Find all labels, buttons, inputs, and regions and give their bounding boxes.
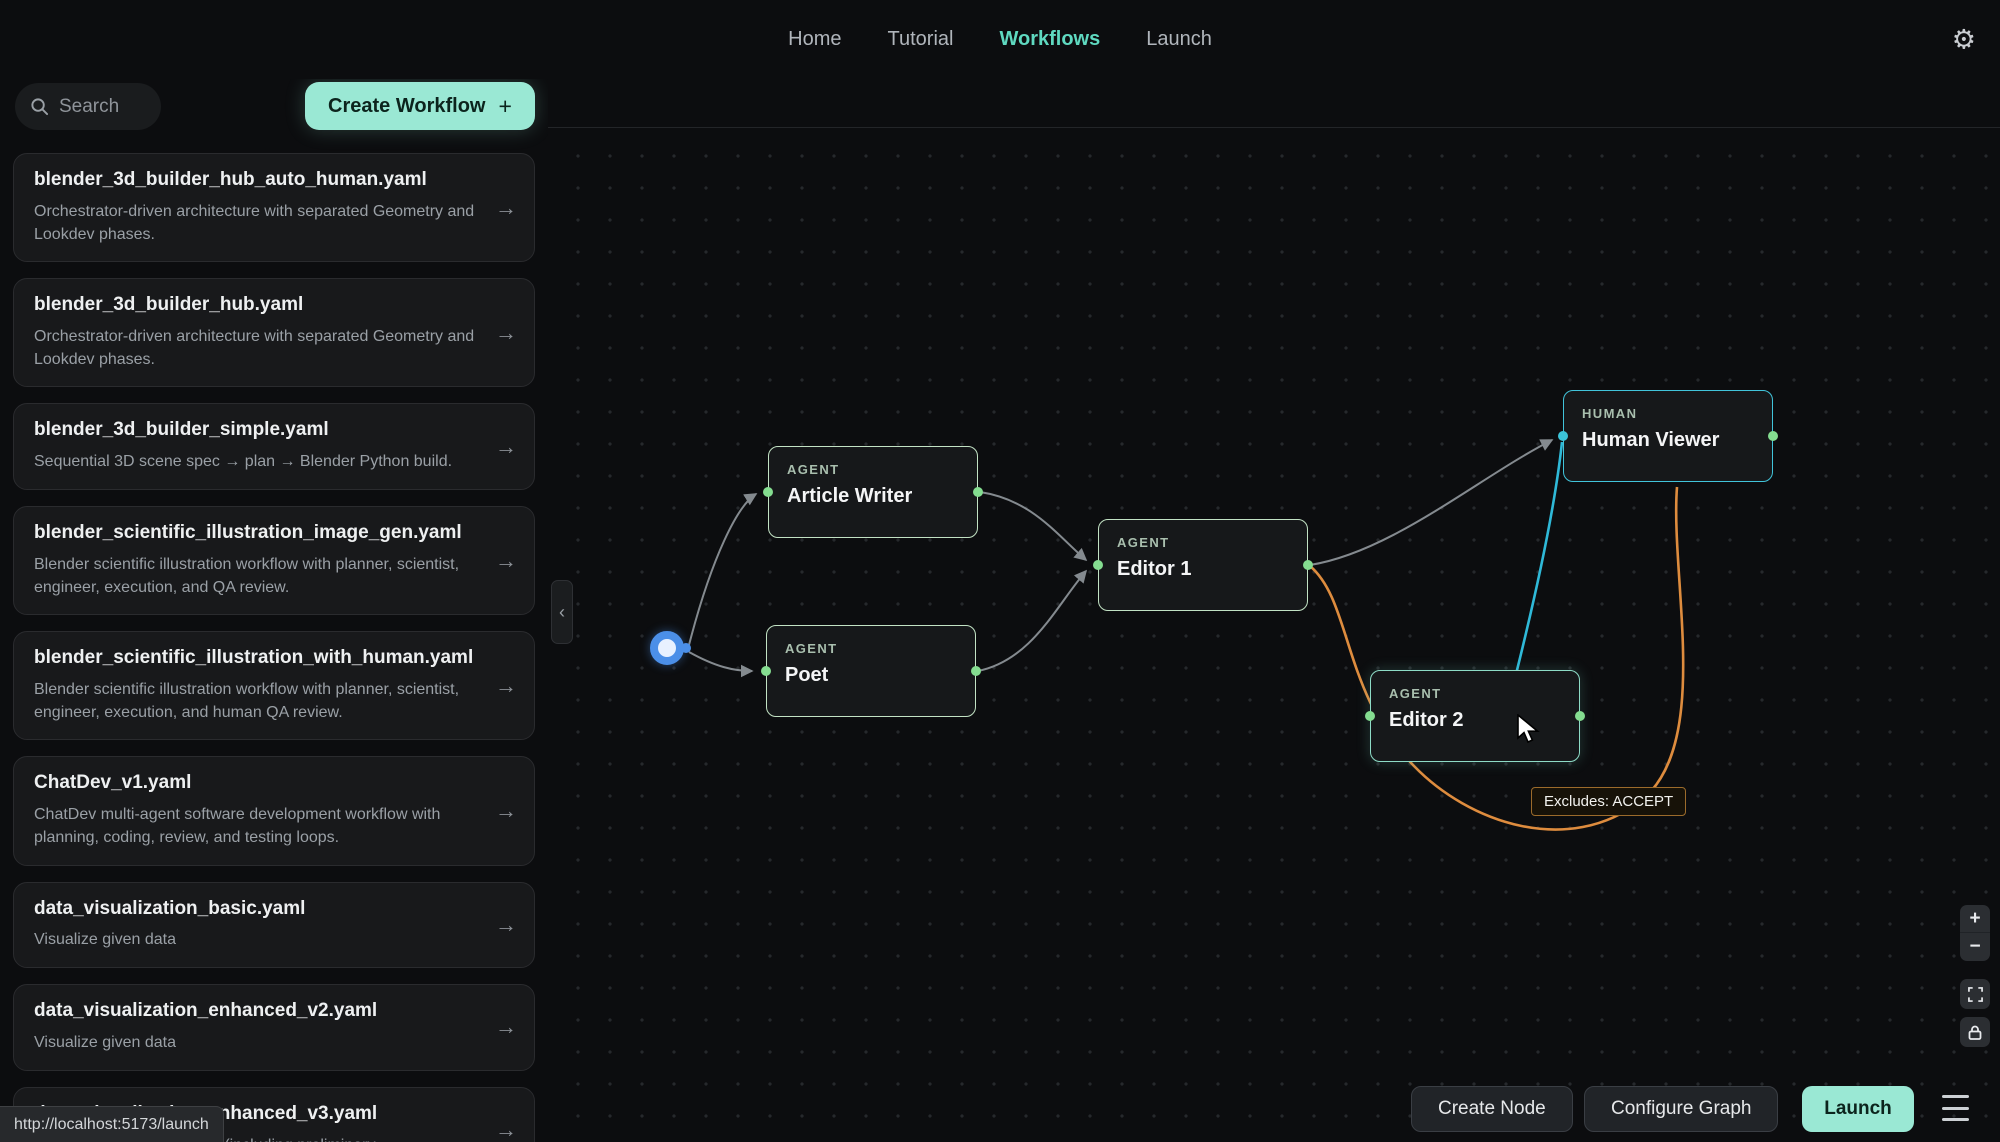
start-node-handle[interactable] xyxy=(681,643,691,653)
workflow-description: Visualize given data xyxy=(34,929,486,952)
start-node[interactable] xyxy=(650,631,684,665)
node-name-label: Editor 2 xyxy=(1389,709,1561,732)
workflow-card[interactable]: blender_3d_builder_simple.yaml Sequentia… xyxy=(13,403,535,490)
menu-hamburger-icon[interactable] xyxy=(1942,1095,1972,1121)
create-workflow-button[interactable]: Create Workflow + xyxy=(305,82,535,130)
settings-gear-icon[interactable]: ⚙ xyxy=(1952,26,1976,53)
node-type-label: AGENT xyxy=(1117,535,1289,550)
workflow-description: Blender scientific illustration workflow… xyxy=(34,679,486,724)
workflow-description: Orchestrator-driven architecture with se… xyxy=(34,326,486,371)
search-input[interactable] xyxy=(59,96,151,118)
workflow-name: blender_3d_builder_simple.yaml xyxy=(34,419,486,442)
create-workflow-label: Create Workflow xyxy=(328,95,485,118)
output-handle[interactable] xyxy=(1303,560,1313,570)
workflow-name: blender_3d_builder_hub_auto_human.yaml xyxy=(34,169,486,192)
app-root: Home Tutorial Workflows Launch ⚙ AGENT A… xyxy=(0,0,2000,1142)
nav-launch[interactable]: Launch xyxy=(1146,28,1212,51)
workflow-description: ChatDev multi-agent software development… xyxy=(34,804,486,849)
node-type-label: AGENT xyxy=(785,641,957,656)
node-name-label: Human Viewer xyxy=(1582,429,1754,452)
input-handle[interactable] xyxy=(1558,431,1568,441)
input-handle[interactable] xyxy=(1093,560,1103,570)
launch-button[interactable]: Launch xyxy=(1802,1086,1914,1132)
node-name-label: Editor 1 xyxy=(1117,558,1289,581)
zoom-in-button[interactable]: + xyxy=(1960,905,1990,933)
create-node-button[interactable]: Create Node xyxy=(1411,1086,1573,1132)
workflow-card[interactable]: ChatDev_v1.yaml ChatDev multi-agent soft… xyxy=(13,756,535,865)
nav-workflows[interactable]: Workflows xyxy=(999,28,1100,51)
node-human-viewer[interactable]: HUMAN Human Viewer xyxy=(1563,390,1773,482)
workflow-name: data_visualization_basic.yaml xyxy=(34,898,486,921)
sidebar-collapse-button[interactable]: ‹ xyxy=(551,580,573,644)
main-nav: Home Tutorial Workflows Launch xyxy=(788,0,1212,79)
node-type-label: AGENT xyxy=(1389,686,1561,701)
workflow-name: blender_scientific_illustration_image_ge… xyxy=(34,522,486,545)
lock-icon xyxy=(1968,1025,1982,1040)
workflow-card[interactable]: data_visualization_enhanced_v2.yaml Visu… xyxy=(13,984,535,1071)
arrow-right-icon: → xyxy=(495,548,517,574)
workflow-name: data_visualization_enhanced_v2.yaml xyxy=(34,1000,486,1023)
fit-view-button[interactable] xyxy=(1960,979,1990,1009)
arrow-right-icon: → xyxy=(495,1117,517,1142)
search-icon xyxy=(30,97,49,116)
workflow-list: blender_3d_builder_hub_auto_human.yaml O… xyxy=(0,153,548,1142)
workflow-card[interactable]: blender_scientific_illustration_with_hum… xyxy=(13,631,535,740)
zoom-controls: + − xyxy=(1960,905,1990,1047)
search-box[interactable] xyxy=(15,83,161,130)
lock-button[interactable] xyxy=(1960,1017,1990,1047)
arrow-right-icon: → xyxy=(495,1014,517,1040)
input-handle[interactable] xyxy=(763,487,773,497)
top-nav-bar: Home Tutorial Workflows Launch ⚙ xyxy=(0,0,2000,79)
node-name-label: Poet xyxy=(785,664,957,687)
arrow-right-icon: → xyxy=(495,434,517,460)
chevron-left-icon: ‹ xyxy=(559,602,565,623)
input-handle[interactable] xyxy=(1365,711,1375,721)
arrow-right-icon: → xyxy=(495,195,517,221)
zoom-out-button[interactable]: − xyxy=(1960,933,1990,961)
workflow-name: ChatDev_v1.yaml xyxy=(34,772,486,795)
plus-icon: + xyxy=(499,93,512,120)
node-article-writer[interactable]: AGENT Article Writer xyxy=(768,446,978,538)
workflow-description: Visualize given data xyxy=(34,1032,486,1055)
workflow-description: Blender scientific illustration workflow… xyxy=(34,554,486,599)
node-editor-2[interactable]: AGENT Editor 2 xyxy=(1370,670,1580,762)
output-handle[interactable] xyxy=(973,487,983,497)
arrow-right-icon: → xyxy=(495,912,517,938)
workflow-name: blender_scientific_illustration_with_hum… xyxy=(34,647,486,670)
configure-graph-button[interactable]: Configure Graph xyxy=(1584,1086,1778,1132)
workflow-card[interactable]: blender_3d_builder_hub_auto_human.yaml O… xyxy=(13,153,535,262)
link-preview-status: http://localhost:5173/launch xyxy=(0,1106,224,1142)
node-poet[interactable]: AGENT Poet xyxy=(766,625,976,717)
fit-view-icon xyxy=(1968,987,1983,1002)
nav-home[interactable]: Home xyxy=(788,28,841,51)
node-type-label: HUMAN xyxy=(1582,406,1754,421)
arrow-right-icon: → xyxy=(495,798,517,824)
nav-tutorial[interactable]: Tutorial xyxy=(888,28,954,51)
output-handle[interactable] xyxy=(971,666,981,676)
workflow-name: blender_3d_builder_hub.yaml xyxy=(34,294,486,317)
canvas-toolbar-strip xyxy=(548,79,2000,128)
workflow-sidebar: Create Workflow + blender_3d_builder_hub… xyxy=(0,79,548,1142)
workflow-card[interactable]: blender_scientific_illustration_image_ge… xyxy=(13,506,535,615)
workflow-description: Sequential 3D scene spec → plan → Blende… xyxy=(34,451,486,474)
node-editor-1[interactable]: AGENT Editor 1 xyxy=(1098,519,1308,611)
output-handle[interactable] xyxy=(1575,711,1585,721)
output-handle[interactable] xyxy=(1768,431,1778,441)
edge-condition-tooltip: Excludes: ACCEPT xyxy=(1531,787,1686,816)
workflow-card[interactable]: blender_3d_builder_hub.yaml Orchestrator… xyxy=(13,278,535,387)
arrow-right-icon: → xyxy=(495,320,517,346)
input-handle[interactable] xyxy=(761,666,771,676)
node-name-label: Article Writer xyxy=(787,485,959,508)
arrow-right-icon: → xyxy=(495,673,517,699)
node-type-label: AGENT xyxy=(787,462,959,477)
workflow-description: Orchestrator-driven architecture with se… xyxy=(34,201,486,246)
workflow-card[interactable]: data_visualization_basic.yaml Visualize … xyxy=(13,882,535,969)
